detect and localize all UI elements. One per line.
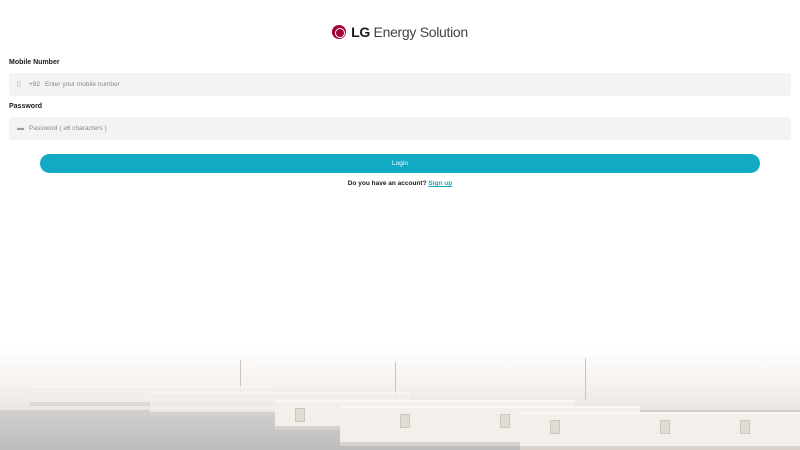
logo-product: Energy Solution bbox=[373, 24, 469, 40]
logo-brand: LG bbox=[351, 24, 370, 40]
company-logo: LG Energy Solution bbox=[0, 24, 800, 40]
password-label: Password bbox=[9, 103, 43, 110]
password-field[interactable]: ▬ bbox=[9, 117, 791, 140]
mobile-number-input[interactable] bbox=[45, 81, 791, 88]
mobile-number-label: Mobile Number bbox=[9, 59, 60, 66]
lg-logo-icon bbox=[332, 25, 347, 39]
country-code-prefix: +92 bbox=[29, 81, 41, 88]
lock-icon: ▬ bbox=[17, 125, 24, 132]
background-battery-farm-image bbox=[0, 350, 800, 450]
signup-link[interactable]: Sign up bbox=[428, 180, 452, 187]
login-button[interactable]: Login bbox=[40, 154, 760, 173]
signup-prompt: Do you have an account? Sign up bbox=[0, 180, 800, 187]
phone-icon: ▯ bbox=[17, 81, 21, 88]
password-input[interactable] bbox=[29, 125, 791, 132]
mobile-number-field[interactable]: ▯ +92 bbox=[9, 73, 791, 96]
account-prompt-text: Do you have an account? bbox=[347, 180, 427, 187]
